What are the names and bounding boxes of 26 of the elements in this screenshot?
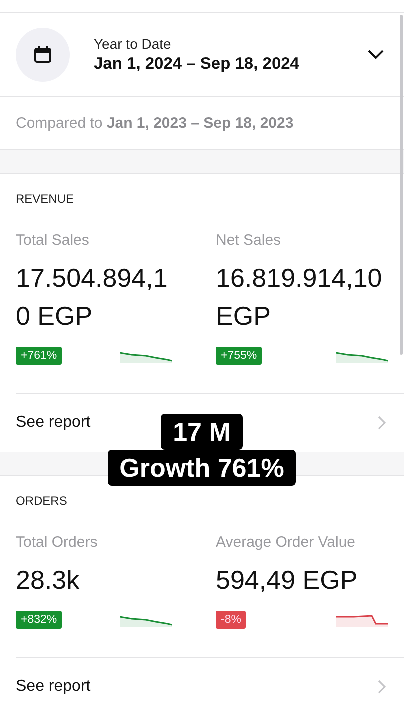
sparkline-icon <box>336 613 388 627</box>
metric-value: 594,49 EGP <box>216 564 359 597</box>
calendar-icon <box>34 46 52 64</box>
see-report-link[interactable]: See report <box>16 414 91 432</box>
period-label: Year to Date <box>94 36 172 52</box>
date-range: Jan 1, 2024 – Sep 18, 2024 <box>94 54 300 74</box>
see-report-link[interactable]: See report <box>16 678 91 696</box>
chevron-icon <box>368 50 384 60</box>
caption-text: 17 M <box>161 414 243 450</box>
metric-label: Average Order Value <box>216 534 357 551</box>
metric-value: 28.3k <box>16 564 81 597</box>
chevron-icon <box>378 680 386 694</box>
section-title: ORDERS <box>16 494 68 508</box>
change-badge: +761% <box>16 347 62 365</box>
comparison-text: Compared to Jan 1, 2023 – Sep 18, 2023 <box>16 114 294 132</box>
chevron-icon <box>378 416 386 430</box>
section-title: REVENUE <box>16 192 74 206</box>
change-badge: -8% <box>216 611 246 629</box>
metric-value: 16.819.914,10 EGP <box>216 262 384 333</box>
change-badge: +755% <box>216 347 262 365</box>
caption-text: Growth 761% <box>108 450 296 486</box>
metric-label: Net Sales <box>216 232 282 249</box>
metric-label: Total Orders <box>16 534 99 551</box>
metric-label: Total Sales <box>16 232 90 249</box>
metric-value: 17.504.894,10 EGP <box>16 262 169 333</box>
change-badge: +832% <box>16 611 62 629</box>
